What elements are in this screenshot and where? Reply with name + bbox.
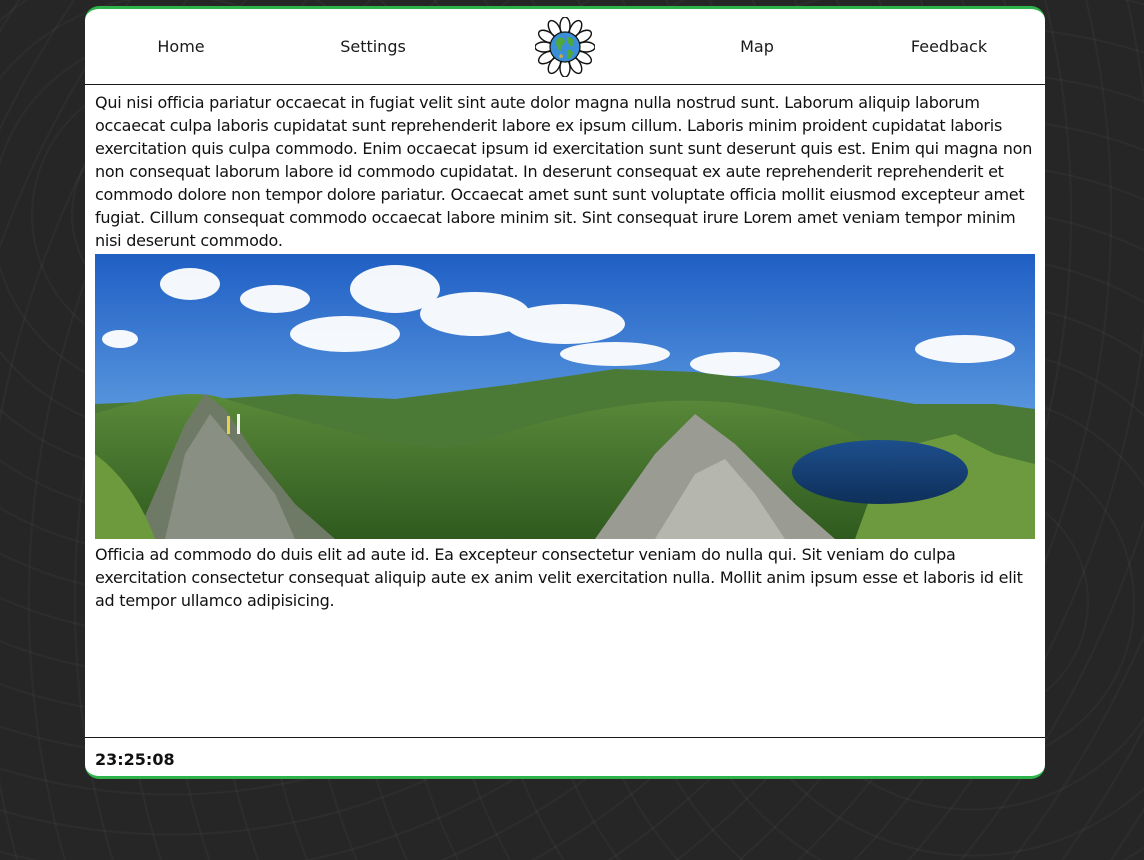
main-card: Home Settings Map Feedback Qui nisi offi…	[85, 6, 1045, 779]
clock-time: 23:25:08	[95, 750, 175, 769]
top-navigation: Home Settings Map Feedback	[85, 9, 1045, 85]
nav-home-link[interactable]: Home	[157, 37, 204, 56]
main-content: Qui nisi officia pariatur occaecat in fu…	[85, 85, 1045, 612]
mountain-panorama-image	[95, 254, 1035, 539]
globe-flower-logo-icon[interactable]	[534, 16, 596, 78]
intro-paragraph: Qui nisi officia pariatur occaecat in fu…	[95, 93, 1033, 250]
nav-settings-link[interactable]: Settings	[340, 37, 406, 56]
footer-bar: 23:25:08	[85, 737, 1045, 776]
nav-feedback-link[interactable]: Feedback	[911, 37, 987, 56]
nav-map-link[interactable]: Map	[740, 37, 774, 56]
secondary-paragraph: Officia ad commodo do duis elit ad aute …	[95, 545, 1023, 610]
